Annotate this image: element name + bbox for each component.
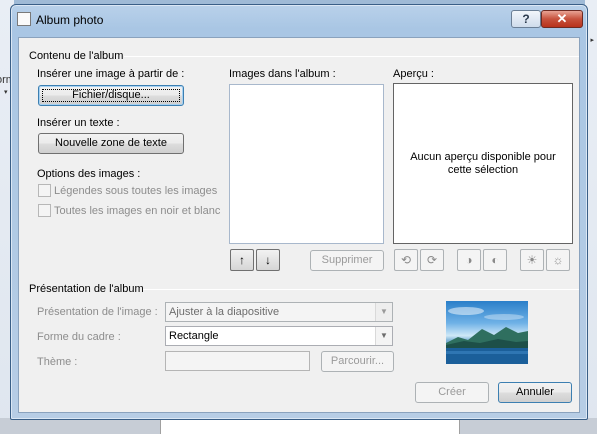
increase-brightness-button[interactable]: ☀ (520, 249, 544, 271)
landscape-image (446, 307, 528, 364)
background-dropdown-icon: ▾ (4, 89, 8, 96)
picture-layout-label: Présentation de l'image : (37, 306, 158, 318)
preview-pane: Aucun aperçu disponible pour cette sélec… (393, 83, 573, 244)
rotate-left-button[interactable]: ⟲ (394, 249, 418, 271)
new-textbox-button[interactable]: Nouvelle zone de texte (38, 133, 184, 154)
chevron-down-icon: ▼ (375, 303, 392, 321)
background-slide-area (0, 418, 597, 434)
black-white-checkbox[interactable] (38, 204, 51, 217)
insert-image-label: Insérer une image à partir de : (37, 68, 185, 80)
images-in-album-list[interactable] (229, 84, 384, 244)
arrow-down-icon: ↓ (265, 253, 271, 267)
contrast-down-icon: ◐ (491, 253, 499, 267)
picture-layout-select[interactable]: Ajuster à la diapositive ▼ (165, 302, 393, 322)
close-button[interactable]: ✕ (541, 10, 583, 28)
album-layout-divider (143, 289, 579, 290)
move-up-button[interactable]: ↑ (230, 249, 254, 271)
browse-button[interactable]: Parcourir... (321, 351, 394, 372)
cancel-button-label: Annuler (516, 386, 554, 398)
rotate-right-icon: ⟳ (426, 253, 438, 267)
album-layout-legend: Présentation de l'album (29, 283, 144, 295)
frame-shape-value: Rectangle (169, 330, 219, 342)
cancel-button[interactable]: Annuler (498, 382, 572, 403)
album-content-divider (124, 56, 579, 57)
preview-empty-message: Aucun aperçu disponible pour cette sélec… (410, 151, 556, 176)
contrast-up-icon: ◑ (465, 253, 473, 267)
rotate-right-button[interactable]: ⟳ (420, 249, 444, 271)
image-options-label: Options des images : (37, 168, 141, 180)
preview-label: Aperçu : (393, 68, 434, 80)
window-icon (17, 12, 31, 26)
move-down-button[interactable]: ↓ (256, 249, 280, 271)
brightness-up-icon: ☀ (526, 253, 538, 267)
background-expand-icon: ▸ (590, 37, 594, 44)
remove-button[interactable]: Supprimer (310, 250, 384, 271)
captions-option-label: Légendes sous toutes les images (54, 185, 218, 197)
focus-ring (42, 89, 180, 102)
frame-shape-select[interactable]: Rectangle ▼ (165, 326, 393, 346)
decrease-brightness-button[interactable]: ☼ (546, 249, 570, 271)
background-slide (160, 418, 460, 434)
chevron-down-icon: ▼ (375, 327, 392, 345)
help-button[interactable]: ? (511, 10, 541, 28)
rotate-left-icon: ⟲ (400, 253, 412, 267)
increase-contrast-button[interactable]: ◑ (457, 249, 481, 271)
browse-button-label: Parcourir... (330, 355, 385, 367)
new-textbox-button-label: Nouvelle zone de texte (55, 137, 167, 149)
remove-button-label: Supprimer (321, 254, 373, 266)
black-white-option-label: Toutes les images en noir et blanc (54, 205, 221, 217)
layout-preview-thumbnail (446, 301, 528, 364)
insert-text-label: Insérer un texte : (37, 117, 120, 129)
images-in-album-label: Images dans l'album : (229, 68, 336, 80)
create-button-label: Créer (438, 386, 466, 398)
file-disk-button[interactable]: Fichier/disque... (38, 85, 184, 106)
decrease-contrast-button[interactable]: ◐ (483, 249, 507, 271)
theme-label: Thème : (37, 356, 78, 368)
arrow-up-icon: ↑ (239, 253, 245, 267)
title-bar[interactable]: Album photo ? ✕ (11, 5, 587, 33)
brightness-down-icon: ☼ (552, 253, 564, 267)
captions-checkbox[interactable] (38, 184, 51, 197)
album-content-legend: Contenu de l'album (29, 50, 124, 62)
frame-shape-label: Forme du cadre : (37, 331, 121, 343)
window-title: Album photo (36, 13, 104, 27)
create-button[interactable]: Créer (415, 382, 489, 403)
theme-input[interactable] (165, 351, 310, 371)
picture-layout-value: Ajuster à la diapositive (169, 306, 280, 318)
